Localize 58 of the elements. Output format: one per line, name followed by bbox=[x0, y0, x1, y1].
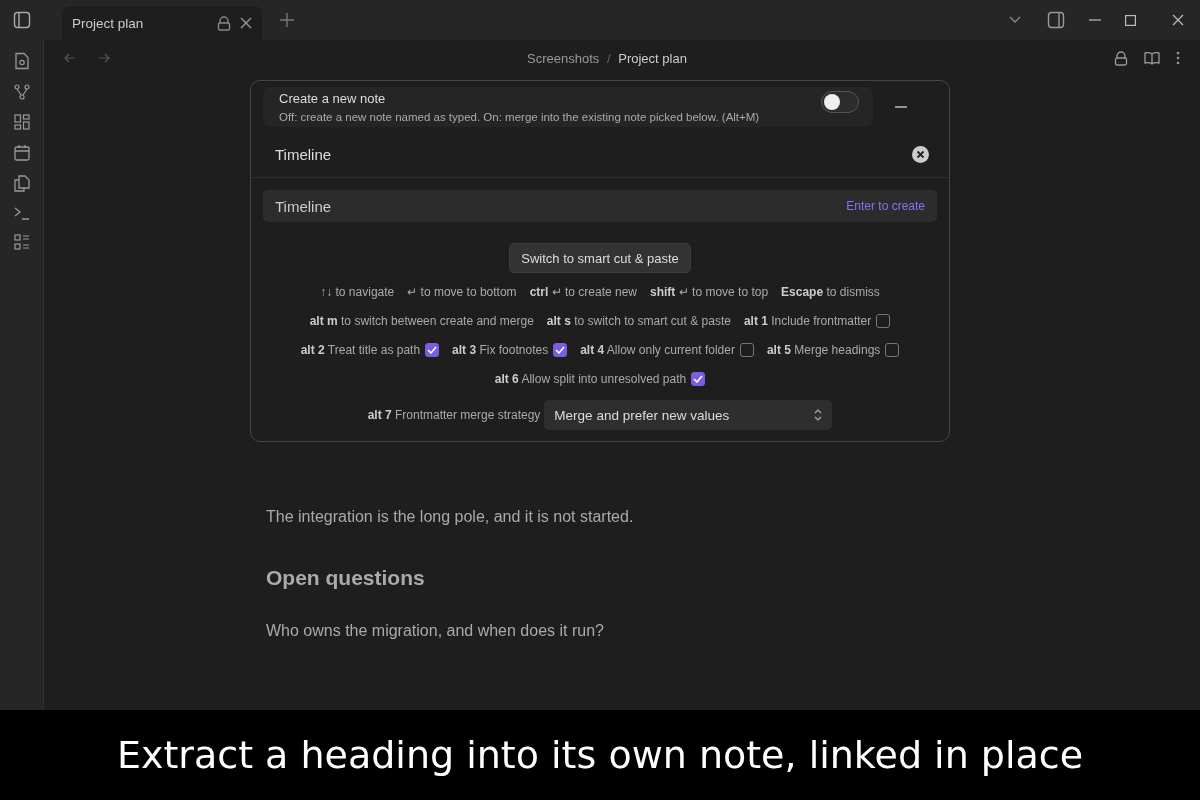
option-label: alt 6 Allow split into unresolved path bbox=[494, 371, 687, 386]
chevron-down-icon[interactable] bbox=[1009, 16, 1021, 24]
strategy-label: alt 7 Frontmatter merge strategy bbox=[367, 408, 541, 422]
shortcut-hint: alt m to switch between create and merge bbox=[309, 313, 534, 328]
strategy-dropdown[interactable]: Merge and prefer new values bbox=[544, 400, 833, 430]
new-tab-icon[interactable] bbox=[280, 13, 294, 27]
tab-title: Project plan bbox=[72, 15, 144, 31]
lock-icon bbox=[217, 15, 231, 31]
close-icon[interactable] bbox=[240, 17, 252, 29]
checkbox[interactable] bbox=[691, 371, 706, 386]
caption: Extract a heading into its own note, linked in place bbox=[116, 733, 1084, 777]
smart-cut-button[interactable]: Switch to smart cut & paste bbox=[509, 243, 691, 273]
shortcut-hint: alt s to switch to smart cut & paste bbox=[546, 313, 731, 328]
checkbox[interactable] bbox=[425, 342, 440, 357]
option-label: alt 3 Fix footnotes bbox=[452, 342, 549, 357]
grid-icon[interactable] bbox=[13, 114, 30, 130]
note-paragraph: Who owns the migration, and when does it run? bbox=[266, 622, 605, 640]
checkbox[interactable] bbox=[739, 342, 754, 357]
breadcrumb-separator: / bbox=[607, 50, 611, 66]
note-paragraph: The integration is the long pole, and it is not started. bbox=[266, 508, 635, 526]
checkbox[interactable] bbox=[553, 342, 568, 357]
clear-icon[interactable] bbox=[912, 145, 929, 163]
suggestion-item[interactable]: Timeline Enter to create bbox=[263, 190, 937, 222]
shortcut-hint: ↵ to move to bottom bbox=[407, 284, 517, 299]
shortcut-hint: shift ↵ to move to top bbox=[650, 284, 769, 299]
chevron-up-down-icon bbox=[814, 409, 823, 421]
sidebar-toggle-icon[interactable] bbox=[13, 11, 31, 29]
shortcut-hint: Escape to dismiss bbox=[781, 284, 880, 299]
list-icon[interactable] bbox=[13, 234, 30, 250]
setting-description: Off: create a new note named as typed. On: merge into the existing note picked below. (Alt+M) bbox=[279, 111, 760, 123]
note-tab[interactable]: Project plan bbox=[62, 6, 262, 40]
breadcrumb-note[interactable]: Project plan bbox=[618, 50, 687, 66]
right-sidebar-icon[interactable] bbox=[1047, 11, 1065, 29]
graph-icon[interactable] bbox=[12, 84, 31, 100]
copy-icon[interactable] bbox=[13, 175, 30, 192]
toggle-switch[interactable] bbox=[821, 91, 859, 113]
shortcut-hint: ctrl ↵ to create new bbox=[529, 284, 638, 299]
option-label: alt 1 Include frontmatter bbox=[743, 313, 872, 328]
note-name-input[interactable]: Timeline bbox=[275, 145, 912, 163]
calendar-icon[interactable] bbox=[13, 144, 30, 161]
maximize-icon[interactable] bbox=[1125, 14, 1136, 26]
setting-title: Create a new note bbox=[279, 91, 387, 106]
option-label: alt 4 Allow only current folder bbox=[580, 342, 735, 357]
breadcrumb-folder[interactable]: Screenshots bbox=[527, 50, 600, 66]
book-icon[interactable] bbox=[1144, 51, 1160, 65]
suggestion-hint: Enter to create bbox=[846, 199, 925, 213]
note-heading: Open questions bbox=[266, 566, 426, 590]
lock-icon[interactable] bbox=[1114, 50, 1128, 66]
option-label: alt 2 Treat title as path bbox=[300, 342, 421, 357]
checkbox[interactable] bbox=[885, 342, 900, 357]
checkbox[interactable] bbox=[876, 313, 891, 328]
file-search-icon[interactable] bbox=[13, 52, 30, 70]
terminal-icon[interactable] bbox=[13, 206, 30, 220]
option-label: alt 5 Merge headings bbox=[766, 342, 881, 357]
suggestion-label: Timeline bbox=[275, 197, 332, 215]
more-icon[interactable] bbox=[1176, 51, 1180, 65]
close-icon[interactable] bbox=[1172, 14, 1184, 26]
shortcut-hint: ↑↓ to navigate bbox=[320, 284, 395, 299]
